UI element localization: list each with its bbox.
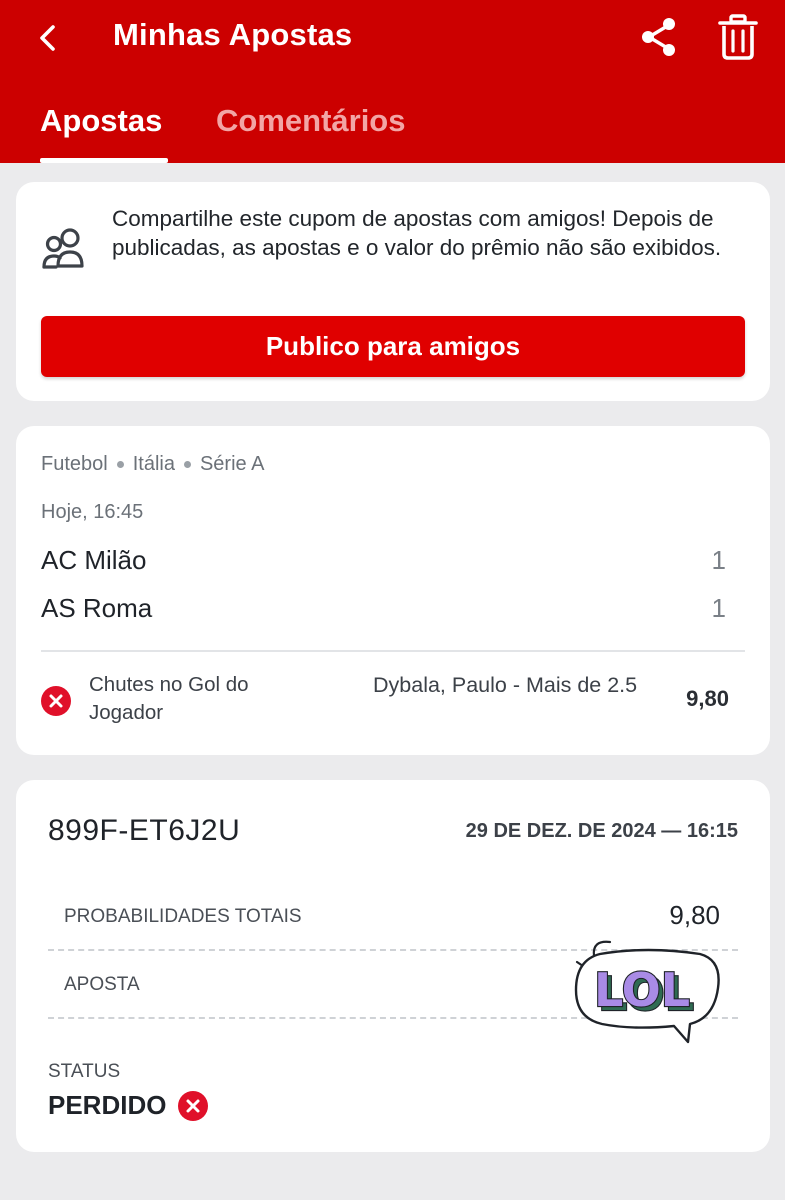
away-team: AS Roma [41,593,153,623]
divider [41,650,745,652]
home-team: AC Milão [41,545,147,575]
share-button[interactable] [636,14,682,60]
event-card: Futebol Itália Série A Hoje, 16:45 AC Mi… [16,426,770,755]
bet-odds: 9,80 [686,686,729,711]
chevron-left-icon [40,25,55,51]
status-value: PERDIDO [48,1090,209,1121]
total-odds-value: 9,80 [669,900,720,930]
ticket-id: 899F-ET6J2U [48,814,241,847]
active-tab-indicator [40,158,168,163]
lost-x-icon [41,686,71,716]
ticket-date: 29 DE DEZ. DE 2024 — 16:15 [465,820,738,842]
breadcrumb: Futebol Itália Série A [41,453,264,476]
away-score: 1 [711,593,726,623]
dot-separator [116,461,124,468]
dot-separator [183,461,191,468]
status-text: PERDIDO [48,1090,167,1120]
lost-x-icon [178,1090,209,1121]
ticket-summary-card: 899F-ET6J2U 29 DE DEZ. DE 2024 — 16:15 P… [16,780,770,1152]
event-time: Hoje, 16:45 [41,501,144,523]
home-score: 1 [711,545,726,575]
lol-sticker: LOL LOL [574,940,720,1044]
total-odds-label: PROBABILIDADES TOTAIS [64,906,302,927]
publish-to-friends-button[interactable]: Publico para amigos [41,316,745,377]
share-icon [642,18,675,56]
bet-amount-label: APOSTA [64,974,140,995]
tab-apostas[interactable]: Apostas [40,103,162,139]
breadcrumb-sport: Futebol [41,453,108,475]
breadcrumb-country: Itália [132,453,175,475]
friends-icon [42,228,84,269]
trash-icon [718,14,758,60]
page-title: Minhas Apostas [113,17,353,52]
share-coupon-card: Compartilhe este cupom de apostas com am… [16,182,770,401]
svg-text:LOL: LOL [594,963,690,1017]
back-button[interactable] [28,18,68,58]
breadcrumb-league: Série A [199,453,265,475]
app-header: Minhas Apostas Apostas Comentários [0,0,785,163]
share-description: Compartilhe este cupom de apostas com am… [112,206,722,260]
tab-comentarios[interactable]: Comentários [216,103,405,139]
status-label: STATUS [48,1061,121,1082]
delete-button[interactable] [714,12,762,62]
bet-selection: Dybala, Paulo - Mais de 2.5 [373,673,638,697]
bet-market: Chutes no Gol do Jogador [89,673,249,724]
